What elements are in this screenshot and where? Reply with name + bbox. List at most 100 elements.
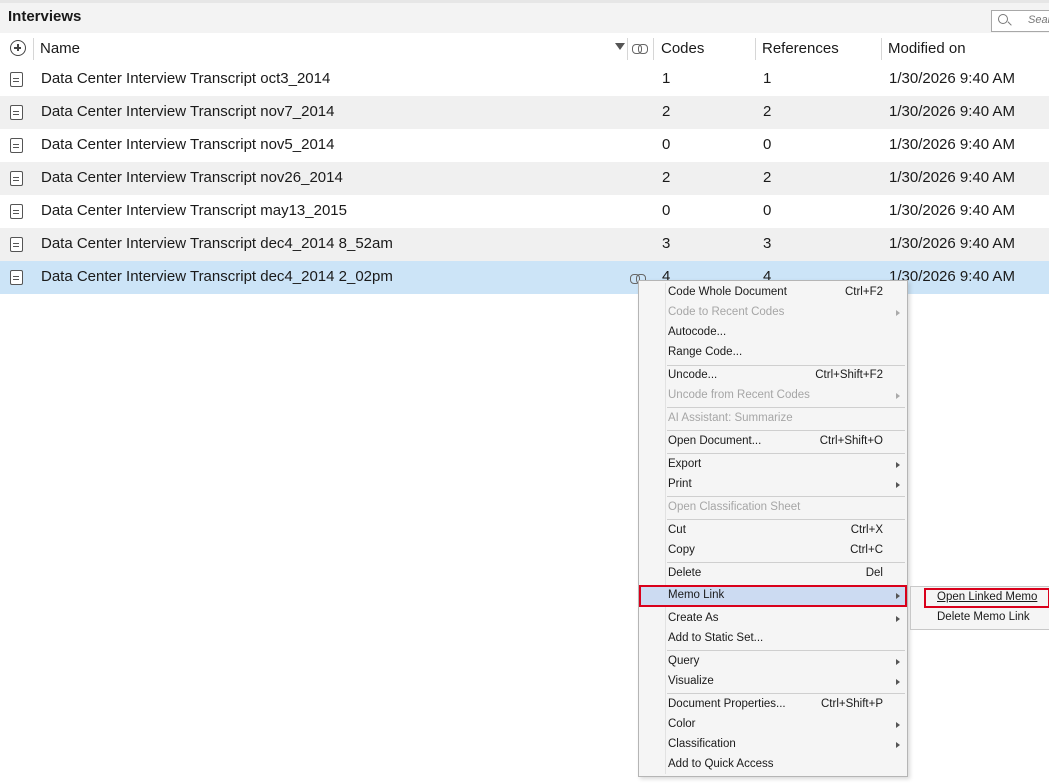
menu-item-label: Query [668,655,700,667]
search-icon [998,14,1008,24]
menu-item-label: Delete [668,567,702,579]
menu-item-copy[interactable]: Copy Ctrl+C [639,541,907,561]
search-box[interactable]: Search [991,10,1049,32]
row-modified: 1/30/2026 9:40 AM [889,235,1015,252]
menu-item-visualize[interactable]: Visualize [639,672,907,692]
row-references: 0 [763,136,772,153]
menu-item-label: AI Assistant: Summarize [668,412,793,424]
menu-item-autocode[interactable]: Autocode... [639,323,907,343]
document-icon [10,204,23,219]
submenu-arrow-icon [896,462,900,468]
menu-item-code-whole-document[interactable]: Code Whole Document Ctrl+F2 [639,283,907,303]
table-row[interactable]: Data Center Interview Transcript nov7_20… [0,96,1049,129]
menu-item-shortcut: Ctrl+F2 [844,286,883,298]
menu-item-export[interactable]: Export [639,455,907,475]
menu-item-label: Code to Recent Codes [668,306,785,318]
table-row[interactable]: Data Center Interview Transcript nov5_20… [0,129,1049,162]
table-row[interactable]: Data Center Interview Transcript dec4_20… [0,228,1049,261]
menu-separator [667,430,905,431]
menu-item-code-recent: Code to Recent Codes [639,303,907,323]
column-header-modified[interactable]: Modified on [888,40,966,57]
column-separator[interactable] [881,38,882,60]
column-header-codes[interactable]: Codes [661,40,704,57]
column-separator[interactable] [627,38,628,60]
menu-item-memo-link[interactable]: Memo Link [639,585,907,607]
row-name: Data Center Interview Transcript nov5_20… [41,136,335,153]
menu-item-open-classification-sheet: Open Classification Sheet [639,498,907,518]
menu-item-label: Open Classification Sheet [668,501,801,513]
row-references: 2 [763,103,772,120]
menu-item-label: Autocode... [668,326,727,338]
row-references: 3 [763,235,772,252]
menu-item-label: Code Whole Document [668,286,787,298]
search-placeholder: Search [1028,14,1049,26]
table-row[interactable]: Data Center Interview Transcript may13_2… [0,195,1049,228]
row-codes: 0 [662,202,671,219]
row-modified: 1/30/2026 9:40 AM [889,169,1015,186]
menu-item-shortcut: Ctrl+Shift+O [819,435,883,447]
menu-item-shortcut: Del [865,567,883,579]
submenu-item-open-linked-memo[interactable]: Open Linked Memo [924,588,1049,608]
menu-item-create-as[interactable]: Create As [639,609,907,629]
menu-item-label: Open Document... [668,435,762,447]
menu-separator [667,519,905,520]
row-references: 2 [763,169,772,186]
menu-item-add-static-set[interactable]: Add to Static Set... [639,629,907,649]
column-header-references[interactable]: References [762,40,839,57]
menu-item-add-quick-access[interactable]: Add to Quick Access [639,755,907,775]
submenu-arrow-icon [896,393,900,399]
menu-item-label: Visualize [668,675,714,687]
document-icon [10,105,23,120]
column-separator[interactable] [653,38,654,60]
menu-item-label: Copy [668,544,695,556]
menu-item-shortcut: Ctrl+Shift+F2 [815,369,883,381]
menu-item-open-document[interactable]: Open Document... Ctrl+Shift+O [639,432,907,452]
table-row[interactable]: Data Center Interview Transcript nov26_2… [0,162,1049,195]
menu-item-uncode[interactable]: Uncode... Ctrl+Shift+F2 [639,366,907,386]
submenu-arrow-icon [896,310,900,316]
submenu-item-delete-memo-link[interactable]: Delete Memo Link [911,608,1049,628]
memo-link-column-icon[interactable] [632,44,648,54]
memo-link-submenu: Open Linked Memo Delete Memo Link [910,586,1049,630]
table-row[interactable]: Data Center Interview Transcript oct3_20… [0,63,1049,96]
menu-item-query[interactable]: Query [639,652,907,672]
column-separator[interactable] [33,38,34,60]
menu-separator [667,650,905,651]
row-modified: 1/30/2026 9:40 AM [889,70,1015,87]
row-name: Data Center Interview Transcript dec4_20… [41,235,393,252]
submenu-arrow-icon [896,742,900,748]
document-icon [10,138,23,153]
menu-item-classification[interactable]: Classification [639,735,907,755]
menu-item-print[interactable]: Print [639,475,907,495]
menu-item-document-properties[interactable]: Document Properties... Ctrl+Shift+P [639,695,907,715]
menu-item-cut[interactable]: Cut Ctrl+X [639,521,907,541]
menu-item-label: Range Code... [668,346,743,358]
sort-dropdown-icon[interactable] [615,43,625,50]
row-codes: 2 [662,103,671,120]
row-name: Data Center Interview Transcript dec4_20… [41,268,393,285]
column-separator[interactable] [755,38,756,60]
menu-item-delete[interactable]: Delete Del [639,564,907,584]
menu-item-ai-summarize: AI Assistant: Summarize [639,409,907,429]
row-name: Data Center Interview Transcript nov7_20… [41,103,335,120]
column-header-name[interactable]: Name [40,40,80,57]
row-name: Data Center Interview Transcript oct3_20… [41,70,331,87]
menu-item-label: Memo Link [668,589,725,601]
menu-separator [667,693,905,694]
menu-item-color[interactable]: Color [639,715,907,735]
add-item-icon[interactable] [10,40,26,56]
submenu-arrow-icon [896,722,900,728]
row-codes: 0 [662,136,671,153]
menu-item-shortcut: Ctrl+C [850,544,883,556]
panel-title-bar: Interviews Search [0,0,1049,33]
menu-item-label: Uncode... [668,369,718,381]
menu-separator [667,562,905,563]
row-name: Data Center Interview Transcript may13_2… [41,202,347,219]
row-references: 0 [763,202,772,219]
context-menu: Code Whole Document Ctrl+F2 Code to Rece… [638,280,908,777]
menu-item-label: Uncode from Recent Codes [668,389,810,401]
menu-item-range-code[interactable]: Range Code... [639,343,907,363]
menu-item-label: Create As [668,612,719,624]
menu-item-label: Add to Quick Access [668,758,774,770]
row-codes: 2 [662,169,671,186]
